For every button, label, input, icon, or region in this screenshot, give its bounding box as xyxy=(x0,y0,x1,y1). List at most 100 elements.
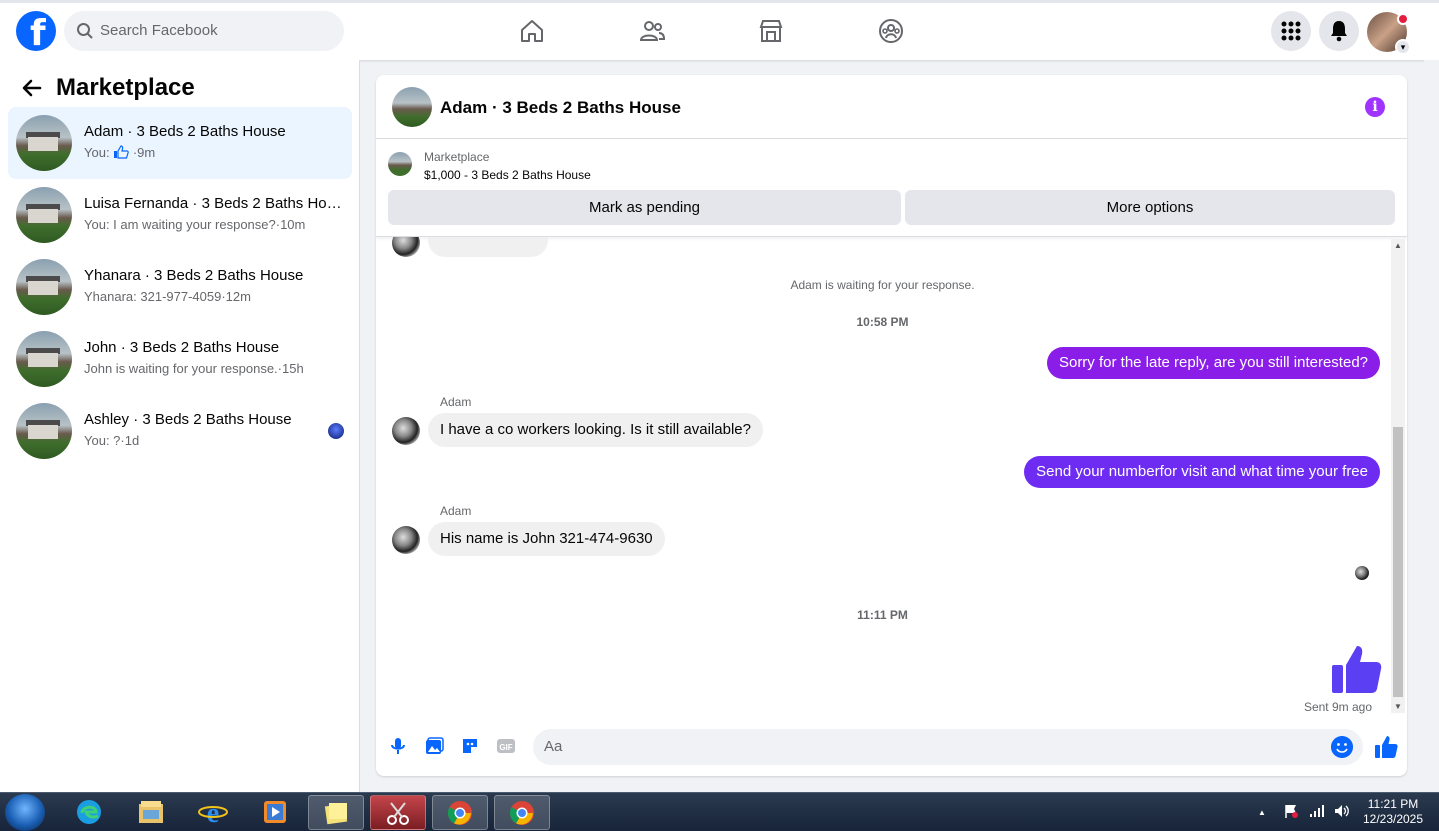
marketplace-icon[interactable] xyxy=(757,17,785,45)
sticky-notes-icon xyxy=(324,803,348,825)
seen-avatar-badge xyxy=(328,423,344,439)
chat-header: Adam · 3 Beds 2 Baths House i xyxy=(376,75,1407,139)
microphone-icon[interactable] xyxy=(388,736,408,756)
sidebar-title: Marketplace xyxy=(56,74,195,101)
tray-expand-icon[interactable]: ▲ xyxy=(1258,808,1266,817)
emoji-icon[interactable] xyxy=(1331,736,1353,758)
photo-icon[interactable] xyxy=(424,736,444,756)
profile-avatar[interactable]: ▾ xyxy=(1367,12,1411,55)
scrollbar-thumb[interactable] xyxy=(1393,427,1403,697)
waiting-note: Adam is waiting for your response. xyxy=(790,278,975,292)
sender-avatar xyxy=(392,526,420,554)
sender-avatar xyxy=(392,237,420,257)
message-list: Adam is waiting for your response. 10:58… xyxy=(376,237,1407,715)
chat-avatar[interactable] xyxy=(392,87,432,127)
conversation-name: Luisa Fernanda · 3 Beds 2 Baths House xyxy=(84,195,342,212)
sender-name: Adam xyxy=(440,504,472,518)
facebook-logo-icon[interactable]: f xyxy=(16,11,56,54)
taskbar-chrome-2[interactable] xyxy=(494,795,550,830)
message-bubble-outgoing[interactable]: Send your numberfor visit and what time … xyxy=(1024,456,1380,488)
message-bubble-incoming[interactable]: His name is John 321-474-9630 xyxy=(428,522,665,556)
action-center-flag-icon[interactable] xyxy=(1283,803,1299,819)
back-arrow-icon[interactable] xyxy=(20,76,44,100)
scroll-down-arrow-icon[interactable]: ▼ xyxy=(1394,702,1402,711)
home-icon[interactable] xyxy=(518,17,546,45)
taskbar-edge[interactable] xyxy=(62,795,118,830)
taskbar-internet-explorer[interactable]: e xyxy=(186,795,242,830)
taskbar-chrome-1[interactable] xyxy=(432,795,488,830)
sent-status: Sent 9m ago xyxy=(1303,700,1372,714)
preview-prefix: You: xyxy=(84,145,110,160)
taskbar-clock[interactable]: 11:21 PM 12/23/2025 xyxy=(1355,797,1431,827)
scroll-up-arrow-icon[interactable]: ▲ xyxy=(1394,241,1402,250)
edge-browser-icon xyxy=(77,800,101,824)
conversation-item-adam[interactable]: Adam · 3 Beds 2 Baths House You: ·9m xyxy=(8,107,352,179)
conversation-item-luisa[interactable]: Luisa Fernanda · 3 Beds 2 Baths House Yo… xyxy=(8,179,352,251)
marketplace-sidebar: Marketplace Adam · 3 Beds 2 Baths House … xyxy=(0,60,360,792)
sticker-icon[interactable] xyxy=(460,736,480,756)
clock-time: 11:21 PM xyxy=(1367,797,1419,811)
message-composer: GIF Aa xyxy=(376,715,1407,776)
notification-dot xyxy=(1397,13,1409,25)
large-thumbs-up-icon[interactable] xyxy=(1330,643,1382,695)
listing-thumbnail xyxy=(16,403,72,459)
thumbs-up-icon xyxy=(114,145,129,159)
taskbar-file-explorer[interactable] xyxy=(124,795,180,830)
message-scrollbar[interactable]: ▲ ▼ xyxy=(1391,239,1405,713)
chevron-down-icon[interactable]: ▾ xyxy=(1395,39,1411,55)
taskbar-media-player[interactable] xyxy=(248,795,304,830)
volume-icon[interactable] xyxy=(1334,804,1350,818)
conversation-item-yhanara[interactable]: Yhanara · 3 Beds 2 Baths House Yhanara: … xyxy=(8,251,352,323)
conversation-name: Ashley · 3 Beds 2 Baths House xyxy=(84,411,292,428)
conversation-name: John · 3 Beds 2 Baths House xyxy=(84,339,280,356)
chrome-icon xyxy=(509,801,534,825)
search-input[interactable]: Search Facebook xyxy=(100,22,218,39)
listing-thumbnail xyxy=(16,187,72,243)
info-icon[interactable]: i xyxy=(1365,97,1385,117)
groups-icon[interactable] xyxy=(877,17,905,45)
network-signal-icon[interactable] xyxy=(1309,804,1325,818)
thumbs-up-send-icon[interactable] xyxy=(1374,735,1398,759)
conversation-preview: Yhanara: 321-977-4059·12m xyxy=(84,289,251,304)
timestamp: 11:11 PM xyxy=(857,608,908,622)
taskbar-snipping-tool[interactable] xyxy=(370,795,426,830)
menu-grid-button[interactable] xyxy=(1271,11,1311,51)
taskbar-sticky-notes[interactable] xyxy=(308,795,364,830)
conversation-preview: You: I am waiting your response?·10m xyxy=(84,217,306,232)
message-bubble-incoming[interactable]: I have a co workers looking. Is it still… xyxy=(428,413,763,447)
listing-banner: Marketplace $1,000 - 3 Beds 2 Baths Hous… xyxy=(376,139,1407,237)
chat-panel: Adam · 3 Beds 2 Baths House i Marketplac… xyxy=(376,75,1407,776)
friends-icon[interactable] xyxy=(638,17,666,45)
folder-icon xyxy=(139,801,163,823)
mark-as-pending-button[interactable]: Mark as pending xyxy=(388,190,901,225)
listing-price-title[interactable]: $1,000 - 3 Beds 2 Baths House xyxy=(424,168,591,182)
timestamp: 10:58 PM xyxy=(856,315,909,329)
message-input-placeholder: Aa xyxy=(544,738,563,755)
more-options-button[interactable]: More options xyxy=(905,190,1395,225)
listing-thumbnail xyxy=(16,331,72,387)
listing-thumbnail[interactable] xyxy=(388,152,412,176)
logo-letter: f xyxy=(30,13,46,54)
system-tray: ▲ xyxy=(1258,803,1350,819)
chat-title[interactable]: Adam · 3 Beds 2 Baths House xyxy=(440,98,681,118)
chrome-icon xyxy=(447,801,472,825)
conversation-item-john[interactable]: John · 3 Beds 2 Baths House John is wait… xyxy=(8,323,352,395)
message-bubble-outgoing[interactable]: Sorry for the late reply, are you still … xyxy=(1046,347,1380,379)
message-bubble-partial xyxy=(428,237,548,257)
seen-indicator xyxy=(1355,566,1369,580)
svg-text:e: e xyxy=(207,798,219,826)
search-icon xyxy=(77,23,93,39)
gif-icon[interactable]: GIF xyxy=(496,736,516,756)
windows-taskbar: e ▲ 11:21 PM 12/23/2025 xyxy=(0,792,1439,831)
start-button[interactable] xyxy=(5,794,45,831)
notifications-button[interactable] xyxy=(1319,11,1359,51)
message-input[interactable]: Aa xyxy=(533,729,1363,765)
scissors-icon xyxy=(387,802,409,825)
top-navigation-bar: f Search Facebook ▾ xyxy=(0,0,1439,60)
internet-explorer-icon: e xyxy=(198,798,228,826)
search-box[interactable]: Search Facebook xyxy=(64,11,344,51)
menu-grid-icon xyxy=(1281,21,1301,41)
conversation-item-ashley[interactable]: Ashley · 3 Beds 2 Baths House You: ?·1d xyxy=(8,395,352,467)
page-scrollbar[interactable] xyxy=(1424,60,1439,792)
media-player-icon xyxy=(264,801,286,823)
